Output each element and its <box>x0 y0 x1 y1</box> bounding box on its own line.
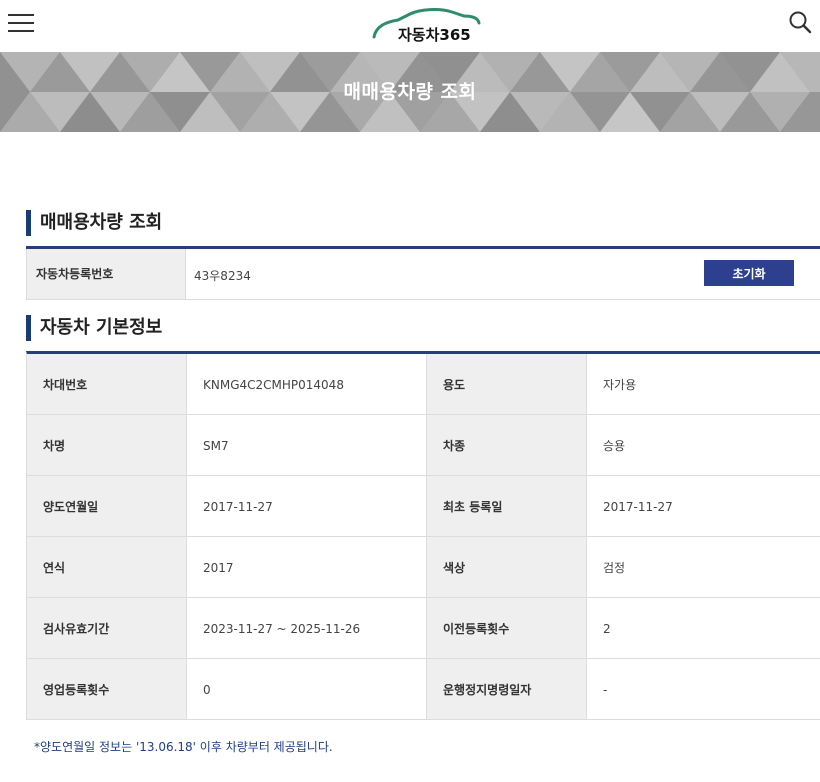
business-registration-count-value: 0 <box>187 659 427 719</box>
first-registration-label: 최초 등록일 <box>427 476 587 536</box>
transfer-count-label: 이전등록횟수 <box>427 598 587 658</box>
model-year-label: 연식 <box>27 537 187 597</box>
model-year-value: 2017 <box>187 537 427 597</box>
search-icon[interactable] <box>788 10 814 36</box>
car-type-label: 차종 <box>427 415 587 475</box>
reset-button[interactable]: 초기화 <box>704 260 794 286</box>
transfer-date-notice: *양도연월일 정보는 '13.06.18' 이후 차량부터 제공됩니다. <box>34 740 333 754</box>
table-row: 검사유효기간 2023-11-27 ~ 2025-11-26 이전등록횟수 2 <box>27 598 820 659</box>
site-logo[interactable]: 자동차365 <box>368 4 484 46</box>
lookup-section-heading: 매매용차량 조회 <box>26 210 162 236</box>
usage-label: 용도 <box>427 354 587 414</box>
color-value: 검정 <box>603 561 626 575</box>
vin-value: KNMG4C2CMHP014048 <box>187 354 427 414</box>
transfer-count-value: 2 <box>603 622 611 636</box>
banner-title: 매매용차량 조회 <box>343 81 477 103</box>
top-header: 자동차365 <box>0 0 820 52</box>
logo-text: 자동차365 <box>398 26 471 44</box>
inspection-period-label: 검사유효기간 <box>27 598 187 658</box>
basic-info-table: 차대번호 KNMG4C2CMHP014048 용도 자가용 차명 SM7 차종 … <box>26 351 820 720</box>
first-registration-value: 2017-11-27 <box>603 500 673 514</box>
table-row: 연식 2017 색상 검정 <box>27 537 820 598</box>
lookup-table: 자동차등록번호 43우8234 초기화 <box>26 246 820 300</box>
vin-label: 차대번호 <box>27 354 187 414</box>
table-row: 영업등록횟수 0 운행정지명령일자 - <box>27 659 820 720</box>
car-name-value: SM7 <box>187 415 427 475</box>
transfer-date-value: 2017-11-27 <box>187 476 427 536</box>
table-row: 차대번호 KNMG4C2CMHP014048 용도 자가용 <box>27 354 820 415</box>
hamburger-menu-icon[interactable] <box>8 12 34 34</box>
suspension-order-date-label: 운행정지명령일자 <box>427 659 587 719</box>
registration-number-value: 43우8234 <box>194 269 251 283</box>
color-label: 색상 <box>427 537 587 597</box>
usage-value: 자가용 <box>603 378 637 392</box>
basic-info-section-heading: 자동차 기본정보 <box>26 315 162 341</box>
registration-number-label: 자동차등록번호 <box>26 249 186 299</box>
table-row: 차명 SM7 차종 승용 <box>27 415 820 476</box>
business-registration-count-label: 영업등록횟수 <box>27 659 187 719</box>
car-type-value: 승용 <box>603 439 626 453</box>
suspension-order-date-value: - <box>603 683 608 697</box>
inspection-period-value: 2023-11-27 ~ 2025-11-26 <box>187 598 427 658</box>
page-banner: 매매용차량 조회 <box>0 52 820 132</box>
table-row: 양도연월일 2017-11-27 최초 등록일 2017-11-27 <box>27 476 820 537</box>
car-name-label: 차명 <box>27 415 187 475</box>
transfer-date-label: 양도연월일 <box>27 476 187 536</box>
